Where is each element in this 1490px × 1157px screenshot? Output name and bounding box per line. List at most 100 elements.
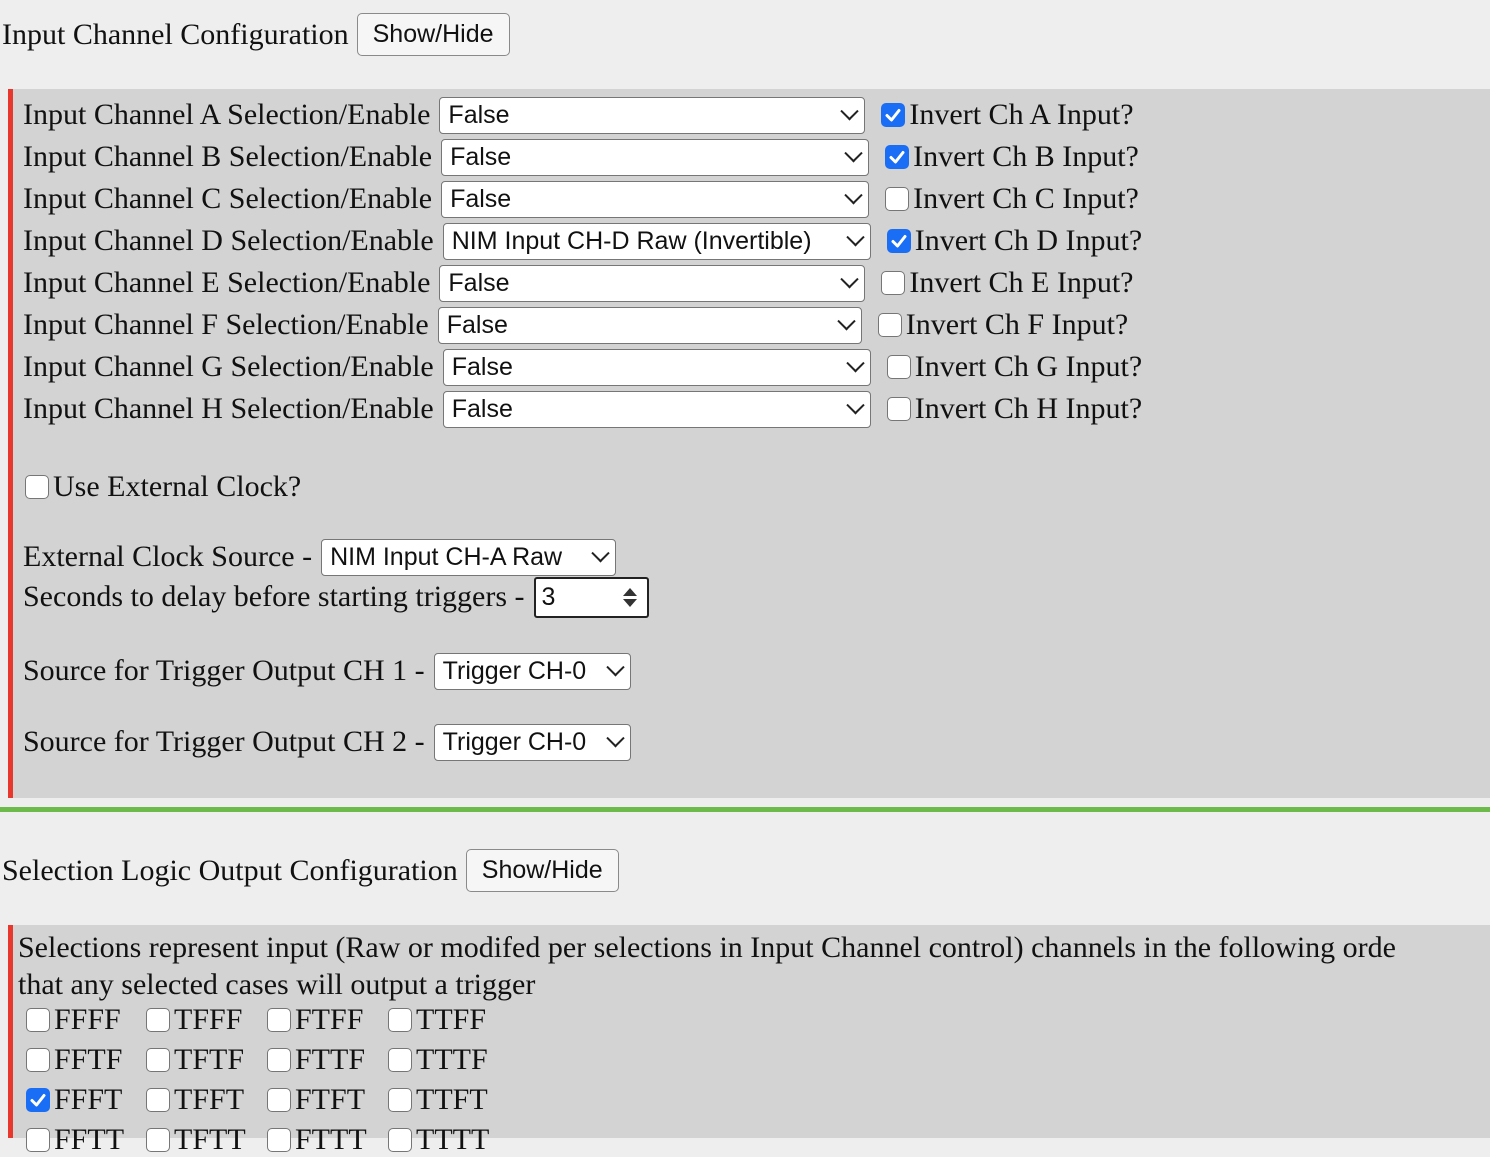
logic-description: Selections represent input (Raw or modif… — [18, 929, 1396, 1003]
channel-select-value: NIM Input CH-D Raw (Invertible) — [451, 226, 812, 255]
logic-option-checkbox[interactable] — [146, 1088, 170, 1112]
trigger1-select[interactable]: Trigger CH-0 — [433, 652, 631, 690]
logic-option-checkbox[interactable] — [26, 1128, 50, 1152]
channel-label: Input Channel H Selection/Enable — [23, 392, 434, 425]
invert-label: Invert Ch G Input? — [914, 350, 1143, 383]
invert-checkbox[interactable] — [886, 355, 911, 379]
chevron-down-icon — [846, 395, 865, 414]
logic-option-checkbox[interactable] — [267, 1048, 291, 1072]
logic-option: FTTF — [267, 1043, 365, 1077]
chevron-down-icon — [591, 543, 610, 562]
delay-number-input[interactable]: 3 — [533, 576, 649, 618]
logic-option: TFTT — [146, 1123, 246, 1157]
logic-option-label: FTTF — [295, 1043, 366, 1076]
clock-source-value: NIM Input CH-A Raw — [330, 542, 563, 571]
logic-option-label: FTTT — [295, 1123, 367, 1156]
channel-select[interactable]: False — [441, 138, 870, 176]
trigger2-select[interactable]: Trigger CH-0 — [433, 723, 631, 761]
logic-option-label: TTTT — [416, 1123, 490, 1156]
chevron-down-icon — [605, 728, 625, 747]
external-clock-checkbox[interactable] — [25, 475, 49, 499]
channel-select[interactable]: False — [441, 180, 870, 218]
logic-option-label: FFFF — [54, 1003, 121, 1036]
channel-label: Input Channel F Selection/Enable — [23, 308, 429, 341]
logic-option-checkbox[interactable] — [388, 1048, 412, 1072]
invert-checkbox[interactable] — [877, 313, 902, 337]
invert-checkbox[interactable] — [885, 145, 910, 169]
invert-checkbox[interactable] — [886, 229, 911, 253]
trigger2-row: Source for Trigger Output CH 2 - Trigger… — [23, 722, 631, 762]
logic-option: FFTF — [26, 1043, 122, 1077]
logic-option: TFFF — [146, 1003, 242, 1037]
stepper-icon[interactable] — [622, 587, 637, 607]
logic-option-checkbox[interactable] — [388, 1008, 412, 1032]
trigger2-label: Source for Trigger Output CH 2 - — [23, 725, 425, 758]
channel-select[interactable]: False — [439, 96, 866, 134]
chevron-down-icon — [846, 227, 865, 246]
logic-option-label: TFFF — [174, 1003, 243, 1036]
channel-row: Input Channel D Selection/Enable NIM Inpu… — [23, 221, 1142, 261]
channel-select[interactable]: False — [442, 348, 871, 386]
logic-option-checkbox[interactable] — [26, 1008, 50, 1032]
logic-option: TTFF — [388, 1003, 486, 1037]
external-clock-label: Use External Clock? — [53, 470, 302, 503]
logic-option-label: FFFT — [54, 1083, 123, 1116]
logic-option-checkbox[interactable] — [267, 1008, 291, 1032]
logic-option: FFFF — [26, 1003, 121, 1037]
input-config-header: Input Channel Configuration Show/Hide — [2, 13, 510, 56]
logic-option-checkbox[interactable] — [267, 1128, 291, 1152]
logic-option-label: FFTF — [54, 1043, 123, 1076]
logic-config-title: Selection Logic Output Configuration — [2, 853, 458, 887]
logic-option-label: TTTF — [416, 1043, 488, 1076]
channel-select[interactable]: NIM Input CH-D Raw (Invertible) — [442, 222, 871, 260]
chevron-down-icon — [840, 269, 860, 288]
logic-option-checkbox[interactable] — [146, 1048, 170, 1072]
input-config-panel: Input Channel A Selection/Enable False Inv… — [8, 89, 1490, 798]
logic-description-line2: that any selected cases will output a tr… — [18, 968, 536, 1001]
logic-option-checkbox[interactable] — [26, 1088, 50, 1112]
invert-checkbox[interactable] — [881, 103, 906, 127]
invert-checkbox[interactable] — [886, 397, 911, 421]
logic-option: TTTT — [388, 1123, 489, 1157]
logic-config-header: Selection Logic Output Configuration Sho… — [2, 849, 619, 892]
chevron-down-icon — [840, 101, 860, 120]
logic-option-label: TFTF — [174, 1043, 245, 1076]
invert-checkbox[interactable] — [885, 187, 910, 211]
channel-row: Input Channel F Selection/Enable False Inv… — [23, 305, 1128, 345]
channel-select[interactable]: False — [437, 306, 862, 344]
logic-option-checkbox[interactable] — [26, 1048, 50, 1072]
logic-option-checkbox[interactable] — [388, 1128, 412, 1152]
channel-select[interactable]: False — [442, 390, 871, 428]
clock-source-select[interactable]: NIM Input CH-A Raw — [321, 538, 617, 576]
channel-label: Input Channel B Selection/Enable — [23, 140, 433, 173]
channel-select-value: False — [450, 142, 512, 171]
delay-row: Seconds to delay before starting trigger… — [23, 576, 649, 618]
logic-option-label: TFFT — [174, 1083, 245, 1116]
logic-option: TTFT — [388, 1083, 488, 1117]
channel-row: Input Channel G Selection/Enable False Inv… — [23, 347, 1142, 387]
logic-config-toggle-button[interactable]: Show/Hide — [465, 849, 619, 892]
channel-label: Input Channel D Selection/Enable — [23, 224, 434, 257]
logic-option: TFTF — [146, 1043, 244, 1077]
clock-source-label: External Clock Source - — [23, 540, 313, 573]
logic-option-label: TTFF — [416, 1003, 487, 1036]
chevron-down-icon — [846, 353, 865, 372]
logic-option-checkbox[interactable] — [388, 1088, 412, 1112]
logic-description-line1: Selections represent input (Raw or modif… — [18, 931, 1396, 964]
channel-select[interactable]: False — [439, 264, 866, 302]
invert-label: Invert Ch C Input? — [913, 182, 1139, 215]
trigger1-label: Source for Trigger Output CH 1 - — [23, 654, 425, 687]
channel-select-value: False — [446, 310, 508, 339]
logic-option-checkbox[interactable] — [146, 1008, 170, 1032]
logic-option-label: FTFT — [295, 1083, 366, 1116]
channel-select-value: False — [448, 100, 510, 129]
logic-option-checkbox[interactable] — [267, 1088, 291, 1112]
logic-option-label: TFTT — [174, 1123, 246, 1156]
invert-checkbox[interactable] — [881, 271, 906, 295]
input-config-toggle-button[interactable]: Show/Hide — [356, 13, 510, 56]
channel-row: Input Channel E Selection/Enable False Inv… — [23, 263, 1134, 303]
channel-label: Input Channel G Selection/Enable — [23, 350, 434, 383]
chevron-down-icon — [837, 311, 856, 330]
logic-option-checkbox[interactable] — [146, 1128, 170, 1152]
logic-option: FFTT — [26, 1123, 124, 1157]
